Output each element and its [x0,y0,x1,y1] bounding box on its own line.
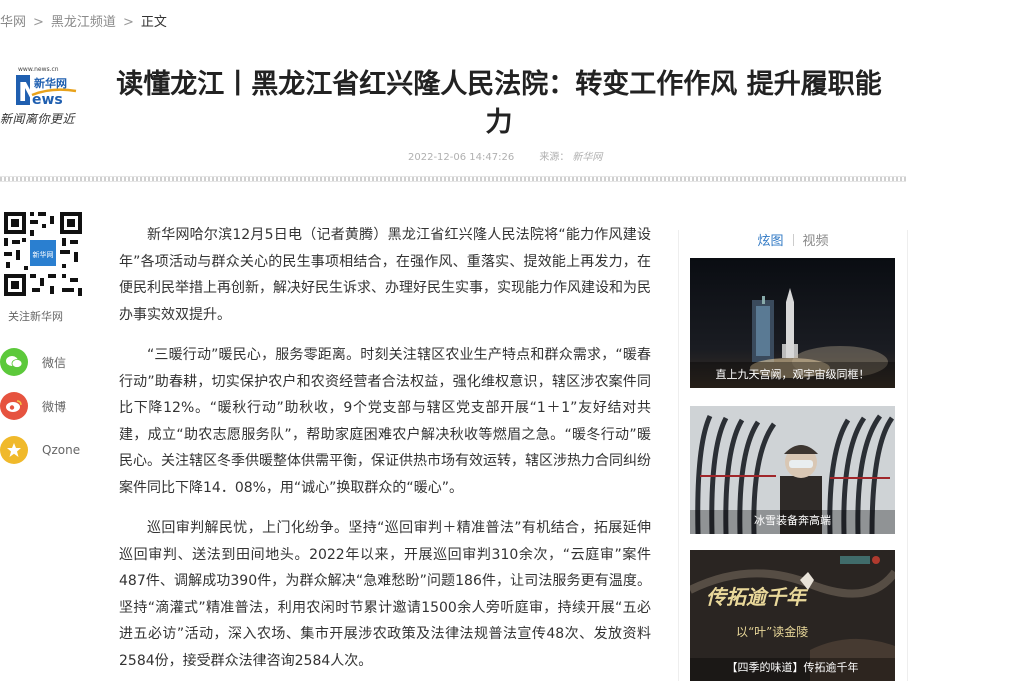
gallery-card-rubbing[interactable]: 传拓逾千年 以“叶”读金陵 【四季的味道】传拓逾千年 [690,550,895,681]
sidebar-tabs: 炫图 视频 [679,230,907,249]
article-datetime: 2022-12-06 14:47:26 [408,152,515,163]
tab-video[interactable]: 视频 [803,230,829,249]
gallery-caption-rocket: 直上九天宫阙，观宇宙级同框！ [715,368,870,381]
breadcrumb-home-link[interactable]: 华网 [0,15,26,30]
logo-site-url: www.news.cn [18,66,59,73]
breadcrumb-separator: > [33,15,44,30]
article-meta: 2022-12-06 14:47:26 来源： 新华网 [408,148,602,163]
qzone-icon [0,436,28,464]
logo-brand-cn: 新华网 [34,76,67,90]
logo-slogan: 新闻离你更近 [0,112,76,126]
wechat-icon [0,348,28,376]
article-source[interactable]: 新华网 [572,152,602,163]
tab-divider [792,234,794,246]
article-paragraph: 巡回审判解民忧，上门化纷争。坚持“巡回审判＋精准普法”有机结合，拓展延伸巡回审判… [119,520,651,669]
rubbing-overlay-title: 传拓逾千年 [706,585,809,609]
share-qzone-label: Qzone [42,443,81,457]
article-title: 读懂龙江丨黑龙江省红兴隆人民法院：转变工作作风 提升履职能力 [116,69,882,138]
qr-caption: 关注新华网 [8,310,63,323]
breadcrumb-channel-link[interactable]: 黑龙江频道 [51,15,116,30]
site-logo[interactable]: www.news.cn N 新华网 ews 新闻离你更近 [0,66,100,132]
qr-code-icon[interactable]: 新华网 [0,208,86,300]
article-source-label: 来源： [539,152,570,163]
gallery-caption-ski: 冰雪装备奔高端 [754,514,831,527]
weibo-icon [0,392,28,420]
title-divider [0,176,906,182]
share-weibo-button[interactable]: 微博 [0,392,66,420]
gallery-card-ski[interactable]: 冰雪装备奔高端 [690,406,895,534]
share-wechat-label: 微信 [42,355,67,370]
qr-center-label: 新华网 [33,250,54,259]
media-sidebar: 炫图 视频 直上九天宫阙，观宇宙级同框！ 冰雪装备奔高端 传拓逾千年 以“叶”读… [678,230,908,681]
rubbing-overlay-sub: 以“叶”读金陵 [736,624,808,639]
article-paragraph: 新华网哈尔滨12月5日电（记者黄腾）黑龙江省红兴隆人民法院将“能力作风建设年”各… [119,227,651,323]
xinhua-logo-icon: N 新华网 ews [16,75,77,108]
breadcrumb-separator: > [122,15,134,30]
share-wechat-button[interactable]: 微信 [0,348,66,376]
tab-gallery[interactable]: 炫图 [757,230,783,249]
gallery-card-rocket[interactable]: 直上九天宫阙，观宇宙级同框！ [690,258,895,388]
article-paragraph: “三暖行动”暖民心，服务零距离。时刻关注辖区农业生产特点和群众需求，“暖春行动”… [119,347,651,496]
article-body: 新华网哈尔滨12月5日电（记者黄腾）黑龙江省红兴隆人民法院将“能力作风建设年”各… [119,222,651,681]
breadcrumb: 华网 > 黑龙江频道 > 正文 [0,11,167,30]
share-qzone-button[interactable]: Qzone [0,436,80,464]
breadcrumb-current: 正文 [140,15,167,30]
share-weibo-label: 微博 [42,399,67,414]
gallery-caption-rubbing: 【四季的味道】传拓逾千年 [726,661,859,674]
